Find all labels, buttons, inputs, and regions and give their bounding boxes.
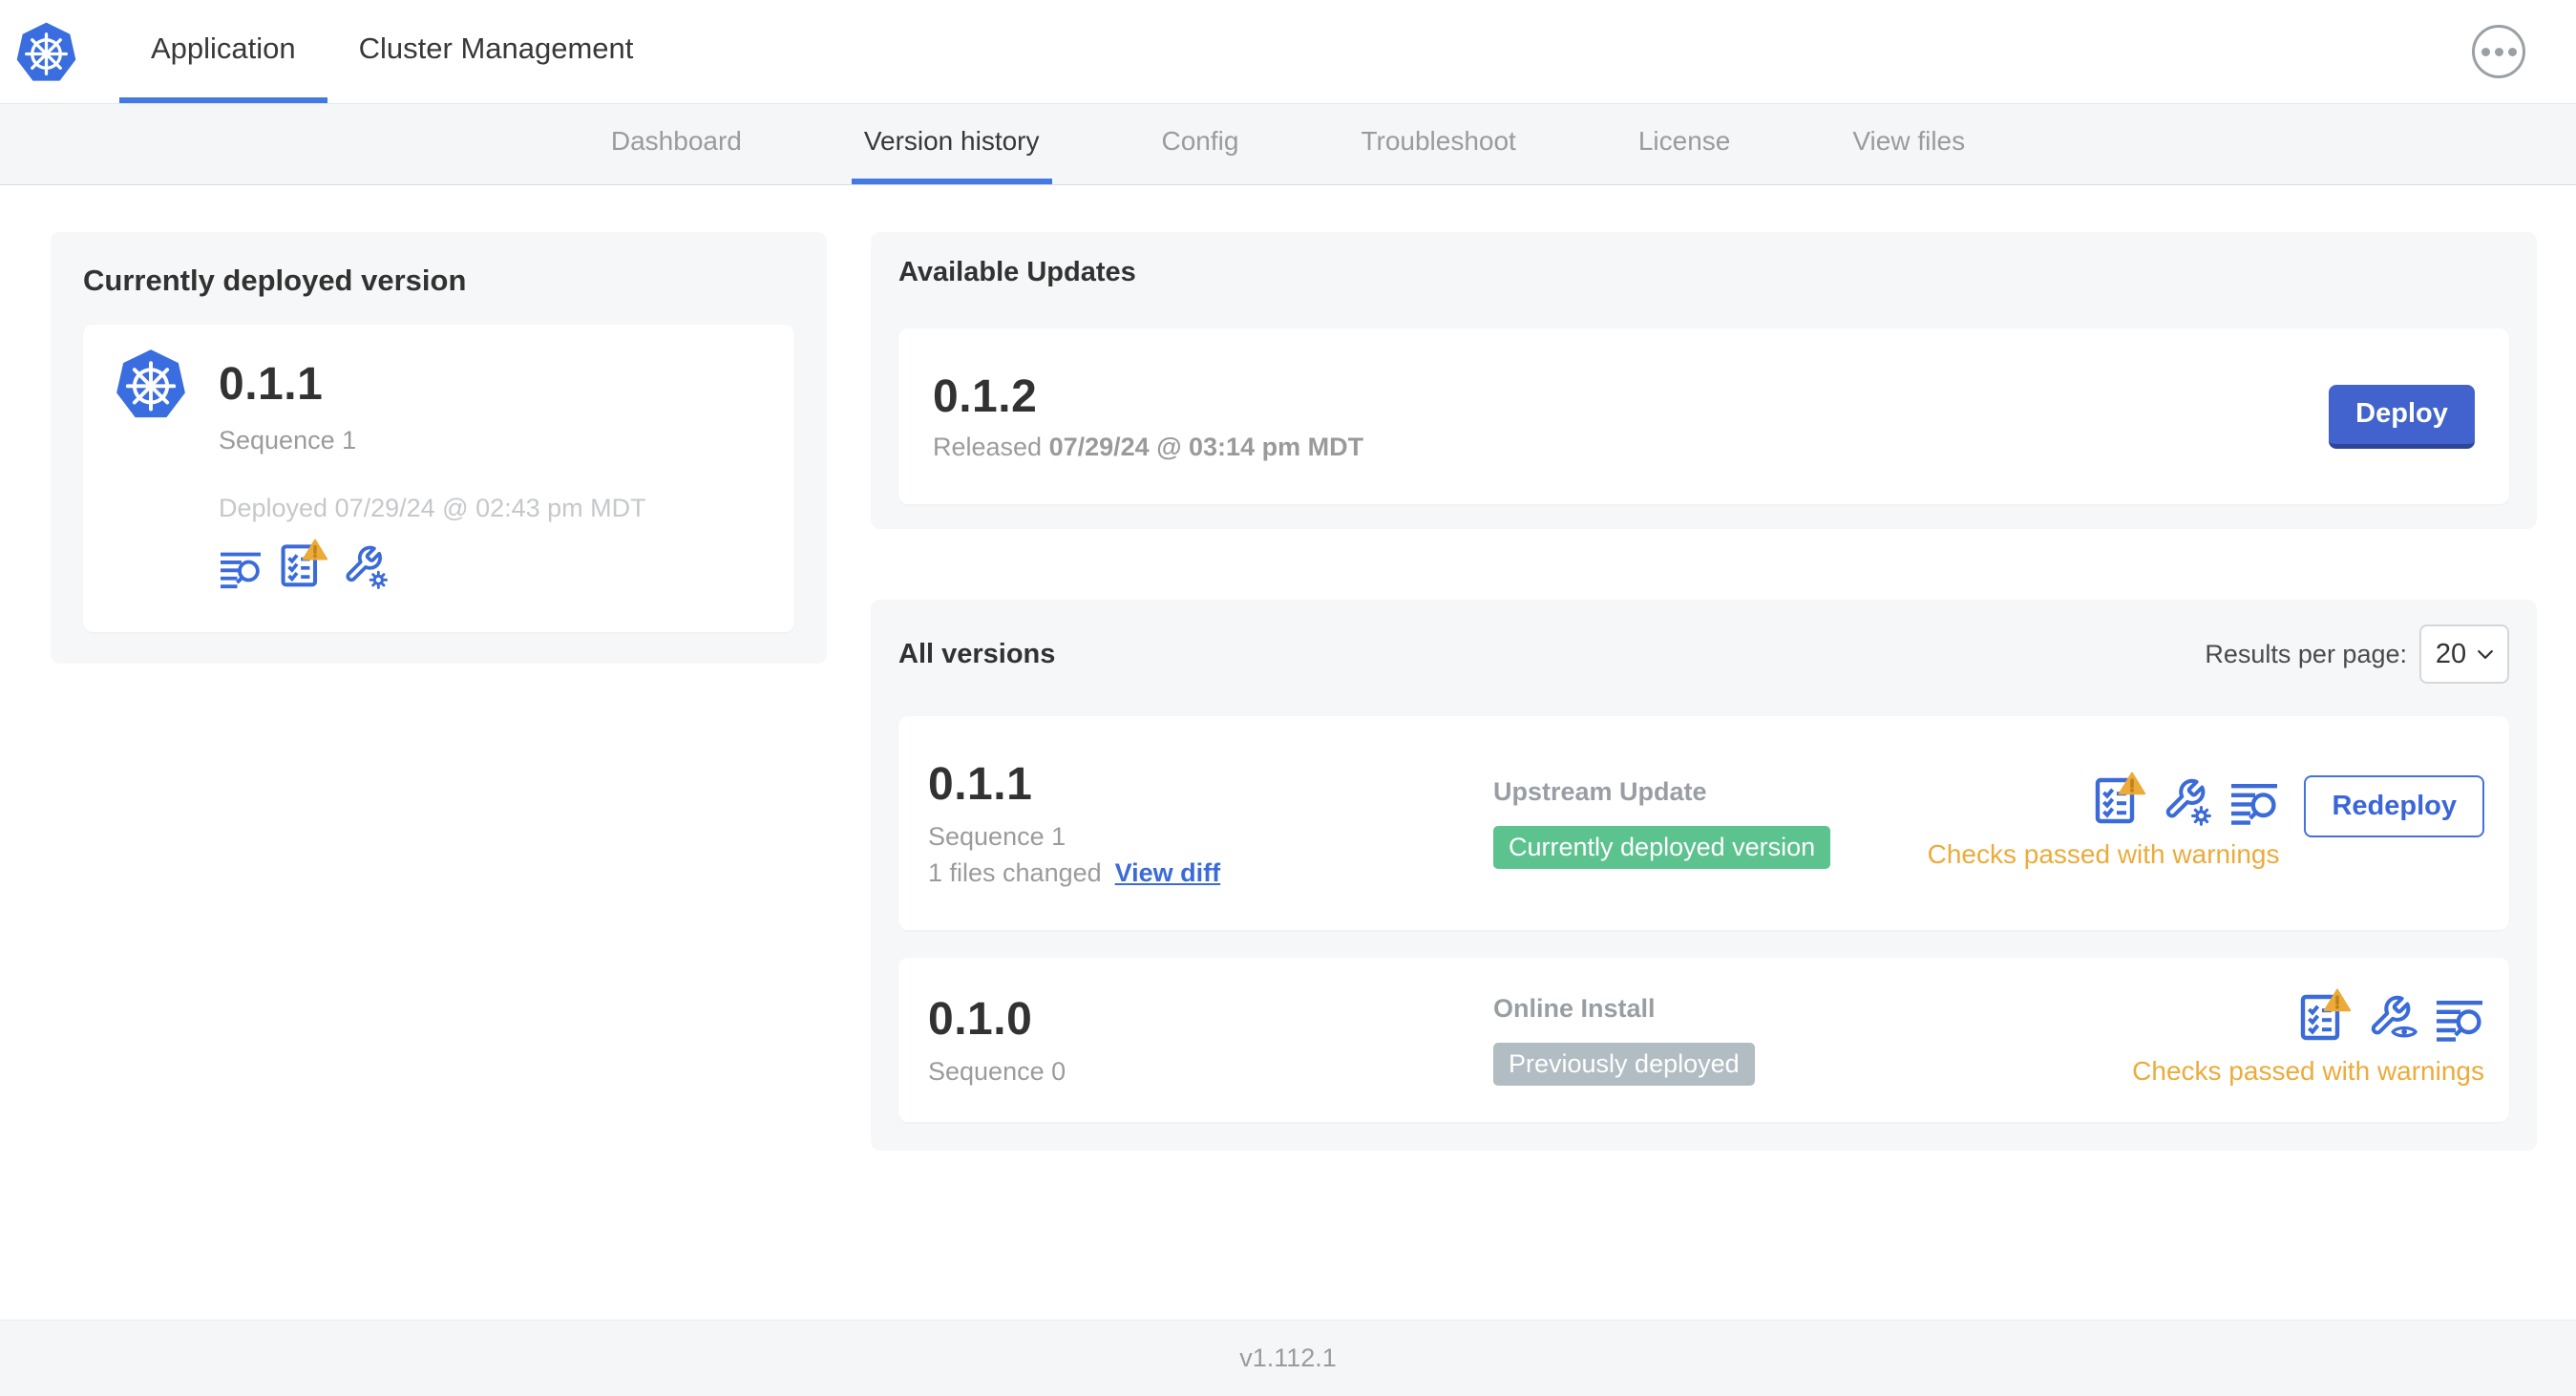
tab-version-history[interactable]: Version history bbox=[851, 104, 1052, 184]
config-wrench-eye-icon[interactable] bbox=[2368, 994, 2418, 1044]
tab-cluster-management[interactable]: Cluster Management bbox=[327, 0, 665, 103]
main-content: Currently deployed version 0.1.1 Sequenc… bbox=[0, 185, 2576, 1320]
files-changed-label: 1 files changed bbox=[928, 858, 1102, 887]
app-sub-nav: Dashboard Version history Config Trouble… bbox=[0, 104, 2576, 185]
kubernetes-logo-icon bbox=[14, 20, 78, 84]
version-source-label: Upstream Update bbox=[1493, 777, 1707, 806]
preflight-checklist-warning-icon[interactable] bbox=[2297, 986, 2351, 1044]
status-badge: Previously deployed bbox=[1493, 1043, 1755, 1086]
results-per-page-value: 20 bbox=[2435, 638, 2467, 669]
footer: v1.112.1 bbox=[0, 1320, 2576, 1396]
update-released-timestamp: Released 07/29/24 @ 03:14 pm MDT bbox=[933, 433, 1364, 461]
row-sequence: Sequence 0 bbox=[928, 1057, 1066, 1086]
deploy-button[interactable]: Deploy bbox=[2329, 384, 2475, 449]
currently-deployed-title: Currently deployed version bbox=[83, 264, 467, 297]
tab-dashboard[interactable]: Dashboard bbox=[599, 104, 754, 184]
file-search-icon[interactable] bbox=[219, 550, 263, 590]
deployed-version-actions bbox=[219, 544, 646, 590]
results-per-page-label: Results per page: bbox=[2205, 639, 2407, 668]
results-per-page-select[interactable]: 20 bbox=[2419, 624, 2509, 684]
currently-deployed-card: 0.1.1 Sequence 1 Deployed 07/29/24 @ 02:… bbox=[83, 325, 794, 632]
row-sequence: Sequence 1 bbox=[928, 822, 1066, 851]
all-versions-title: All versions bbox=[898, 638, 1056, 669]
update-version-number: 0.1.2 bbox=[933, 371, 1038, 422]
deployed-timestamp: Deployed 07/29/24 @ 02:43 pm MDT bbox=[219, 494, 646, 522]
overflow-menu-button[interactable] bbox=[2472, 25, 2525, 78]
file-search-icon[interactable] bbox=[2229, 781, 2279, 827]
status-badge: Currently deployed version bbox=[1493, 826, 1831, 869]
chevron-down-icon bbox=[2478, 650, 2493, 659]
config-wrench-gear-icon[interactable] bbox=[2163, 777, 2212, 827]
kubernetes-app-icon bbox=[114, 347, 188, 421]
file-search-icon[interactable] bbox=[2435, 998, 2484, 1044]
ellipsis-icon bbox=[2481, 47, 2490, 56]
preflight-checklist-warning-icon[interactable] bbox=[2092, 770, 2145, 827]
tab-cluster-management-label: Cluster Management bbox=[358, 32, 634, 65]
row-version-number: 0.1.1 bbox=[928, 759, 1033, 810]
tab-application-label: Application bbox=[151, 32, 296, 65]
redeploy-button[interactable]: Redeploy bbox=[2304, 774, 2484, 837]
available-updates-section: Available Updates 0.1.2 Released 07/29/2… bbox=[871, 232, 2537, 529]
tab-troubleshoot[interactable]: Troubleshoot bbox=[1348, 104, 1528, 184]
row-action-icons bbox=[2297, 994, 2484, 1044]
checks-status-link[interactable]: Checks passed with warnings bbox=[2132, 1056, 2484, 1087]
row-action-icons bbox=[2092, 777, 2279, 827]
tab-application[interactable]: Application bbox=[119, 0, 327, 103]
currently-deployed-section: Currently deployed version 0.1.1 Sequenc… bbox=[51, 232, 827, 664]
tab-config[interactable]: Config bbox=[1150, 104, 1252, 184]
version-row: 0.1.0 Sequence 0 Online Install Previous… bbox=[898, 958, 2509, 1122]
config-wrench-gear-icon[interactable] bbox=[343, 544, 389, 590]
deployed-version-number: 0.1.1 bbox=[219, 359, 324, 410]
all-versions-section: All versions Results per page: 20 0.1.1 … bbox=[871, 600, 2537, 1151]
available-update-card: 0.1.2 Released 07/29/24 @ 03:14 pm MDT D… bbox=[898, 328, 2509, 504]
row-version-number: 0.1.0 bbox=[928, 994, 1033, 1045]
view-diff-link[interactable]: View diff bbox=[1115, 858, 1221, 888]
top-nav-tabs: Application Cluster Management bbox=[119, 0, 665, 103]
available-updates-title: Available Updates bbox=[898, 257, 1136, 287]
deployed-sequence: Sequence 1 bbox=[219, 426, 357, 455]
results-per-page: Results per page: 20 bbox=[2205, 624, 2509, 684]
preflight-checklist-warning-icon[interactable] bbox=[278, 537, 327, 590]
tab-view-files[interactable]: View files bbox=[1840, 104, 1977, 184]
tab-license[interactable]: License bbox=[1626, 104, 1743, 184]
version-source-label: Online Install bbox=[1493, 994, 1656, 1023]
console-version: v1.112.1 bbox=[1239, 1343, 1337, 1372]
version-row: 0.1.1 Sequence 1 1 files changed View di… bbox=[898, 716, 2509, 930]
checks-status-link[interactable]: Checks passed with warnings bbox=[1928, 839, 2280, 870]
top-nav: Application Cluster Management bbox=[0, 0, 2576, 104]
